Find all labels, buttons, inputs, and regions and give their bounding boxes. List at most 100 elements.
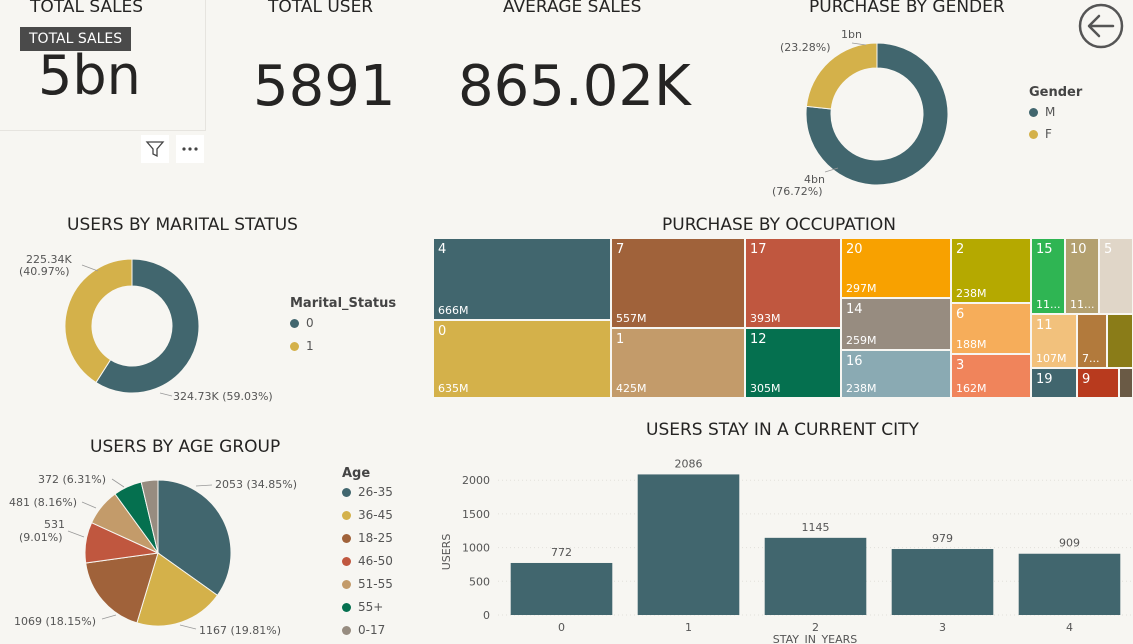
treemap-cell[interactable] bbox=[1119, 368, 1133, 398]
treemap-cell[interactable] bbox=[1107, 314, 1133, 368]
treemap-cell-value: 425M bbox=[616, 382, 647, 395]
age-legend-label: 0-17 bbox=[358, 623, 386, 637]
age-legend-item[interactable]: 36-45 bbox=[342, 508, 393, 522]
treemap-cell-occupation-14[interactable]: 14 259M bbox=[841, 298, 951, 350]
filter-button[interactable] bbox=[141, 135, 169, 163]
gender-legend-m[interactable]: M bbox=[1029, 105, 1055, 119]
treemap-cell-occupation-5[interactable]: 5 bbox=[1099, 238, 1133, 314]
total-user-title: TOTAL USER bbox=[268, 0, 374, 17]
treemap-cell-label: 20 bbox=[846, 242, 863, 257]
bar-3[interactable] bbox=[891, 549, 994, 615]
treemap-cell-occupation-19[interactable]: 19 bbox=[1031, 368, 1077, 398]
treemap-cell[interactable]: 7... bbox=[1077, 314, 1107, 368]
age-legend-item[interactable]: 26-35 bbox=[342, 485, 393, 499]
treemap-cell-occupation-16[interactable]: 16 238M bbox=[841, 350, 951, 398]
treemap-cell-occupation-6[interactable]: 6 188M bbox=[951, 303, 1031, 354]
age-leader-51-55 bbox=[81, 501, 97, 509]
x-tick-label: 2 bbox=[812, 621, 819, 634]
city-chart-title: USERS STAY IN A CURRENT CITY bbox=[646, 420, 919, 440]
marital-legend-0[interactable]: 0 bbox=[290, 316, 314, 330]
treemap-cell-value: 11... bbox=[1070, 298, 1095, 311]
age-label-51-55: 481 (8.16%) bbox=[9, 496, 77, 509]
treemap-cell-label: 6 bbox=[956, 307, 965, 322]
treemap-cell-label: 11 bbox=[1036, 318, 1053, 333]
bar-0[interactable] bbox=[510, 562, 613, 615]
age-legend-item[interactable]: 0-17 bbox=[342, 623, 385, 637]
y-tick-label: 2000 bbox=[462, 474, 490, 487]
age-pie-chart: 2053 (34.85%) 1167 (19.81%) 1069 (18.15%… bbox=[9, 473, 297, 637]
treemap-cell-occupation-7[interactable]: 7 557M bbox=[611, 238, 745, 328]
age-legend-label: 26-35 bbox=[358, 485, 393, 499]
legend-dot-icon bbox=[290, 341, 299, 351]
treemap-cell-label: 5 bbox=[1104, 242, 1113, 257]
gender-donut-chart: 1bn (23.28%) 4bn (76.72%) bbox=[772, 28, 949, 198]
legend-dot-icon bbox=[290, 318, 299, 328]
y-tick-label: 0 bbox=[483, 609, 490, 622]
treemap-cell-occupation-2[interactable]: 2 238M bbox=[951, 238, 1031, 303]
treemap-cell-label: 2 bbox=[956, 242, 965, 257]
marital-slice-1[interactable] bbox=[64, 258, 133, 384]
marital-chart-title: USERS BY MARITAL STATUS bbox=[67, 215, 298, 235]
treemap-cell-occupation-11[interactable]: 11 107M bbox=[1031, 314, 1077, 368]
treemap-cell-occupation-12[interactable]: 12 305M bbox=[745, 328, 841, 398]
age-legend-item[interactable]: 46-50 bbox=[342, 554, 393, 568]
age-leader-55plus bbox=[111, 478, 125, 488]
legend-dot-icon bbox=[342, 487, 351, 497]
treemap-cell-label: 12 bbox=[750, 332, 767, 347]
bar-1[interactable] bbox=[637, 474, 740, 615]
y-tick-label: 500 bbox=[469, 575, 490, 588]
marital-legend-1[interactable]: 1 bbox=[290, 339, 314, 353]
legend-dot-icon bbox=[342, 602, 351, 612]
treemap-cell-occupation-9[interactable]: 9 bbox=[1077, 368, 1119, 398]
treemap-cell-value: 188M bbox=[956, 338, 987, 351]
bar-data-label: 979 bbox=[932, 532, 953, 545]
legend-dot-icon bbox=[342, 556, 351, 566]
x-tick-label: 4 bbox=[1066, 621, 1073, 634]
age-legend-item[interactable]: 51-55 bbox=[342, 577, 393, 591]
treemap-cell-value: 107M bbox=[1036, 352, 1067, 365]
bar-2[interactable] bbox=[764, 537, 867, 615]
treemap-cell-occupation-0[interactable]: 0 635M bbox=[433, 320, 611, 398]
age-legend-item[interactable]: 55+ bbox=[342, 600, 383, 614]
treemap-cell-value: 238M bbox=[846, 382, 877, 395]
gender-label-f-pct: (23.28%) bbox=[780, 41, 831, 54]
treemap-cell-occupation-15[interactable]: 15 11... bbox=[1031, 238, 1065, 314]
marital-label-0: 324.73K (59.03%) bbox=[173, 390, 273, 403]
gender-legend-f-label: F bbox=[1045, 127, 1052, 141]
marital-legend-0-label: 0 bbox=[306, 316, 314, 330]
treemap-cell-occupation-20[interactable]: 20 297M bbox=[841, 238, 951, 298]
treemap-cell-occupation-4[interactable]: 4 666M bbox=[433, 238, 611, 320]
total-sales-value: 5bn bbox=[38, 44, 141, 107]
gender-label-m-pct: (76.72%) bbox=[772, 185, 823, 198]
more-options-button[interactable] bbox=[176, 135, 204, 163]
city-bar-chart: USERS STAY_IN_YEARS 0 500 1000 1500 2000 772 0… bbox=[440, 457, 1133, 644]
treemap-cell-occupation-1[interactable]: 1 425M bbox=[611, 328, 745, 398]
age-label-26-35: 2053 (34.85%) bbox=[215, 478, 297, 491]
age-legend-label: 55+ bbox=[358, 600, 384, 614]
legend-dot-icon bbox=[1029, 107, 1038, 117]
back-button[interactable] bbox=[1077, 2, 1125, 50]
age-leader-46-50 bbox=[67, 530, 85, 538]
bar-data-label: 909 bbox=[1059, 537, 1080, 550]
x-tick-label: 3 bbox=[939, 621, 946, 634]
treemap-cell-label: 19 bbox=[1036, 372, 1053, 387]
treemap-cell-occupation-3[interactable]: 3 162M bbox=[951, 354, 1031, 398]
treemap-cell-value: 305M bbox=[750, 382, 781, 395]
treemap-cell-label: 7 bbox=[616, 242, 625, 257]
bar-4[interactable] bbox=[1018, 553, 1121, 615]
age-leader-18-25 bbox=[101, 614, 117, 620]
marital-leader-1 bbox=[81, 264, 99, 272]
treemap-cell-occupation-17[interactable]: 17 393M bbox=[745, 238, 841, 328]
legend-dot-icon bbox=[342, 510, 351, 520]
more-options-icon bbox=[182, 147, 198, 151]
age-legend-item[interactable]: 18-25 bbox=[342, 531, 393, 545]
treemap-cell-label: 15 bbox=[1036, 242, 1053, 257]
y-tick-label: 1500 bbox=[462, 508, 490, 521]
average-sales-title: AVERAGE SALES bbox=[503, 0, 642, 17]
age-legend-title: Age bbox=[342, 466, 371, 481]
total-sales-title: TOTAL SALES bbox=[30, 0, 144, 17]
treemap-cell-occupation-10[interactable]: 10 11... bbox=[1065, 238, 1099, 314]
gender-legend-f[interactable]: F bbox=[1029, 127, 1052, 141]
age-label-46-50-pct: (9.01%) bbox=[19, 531, 63, 544]
legend-dot-icon bbox=[342, 579, 351, 589]
